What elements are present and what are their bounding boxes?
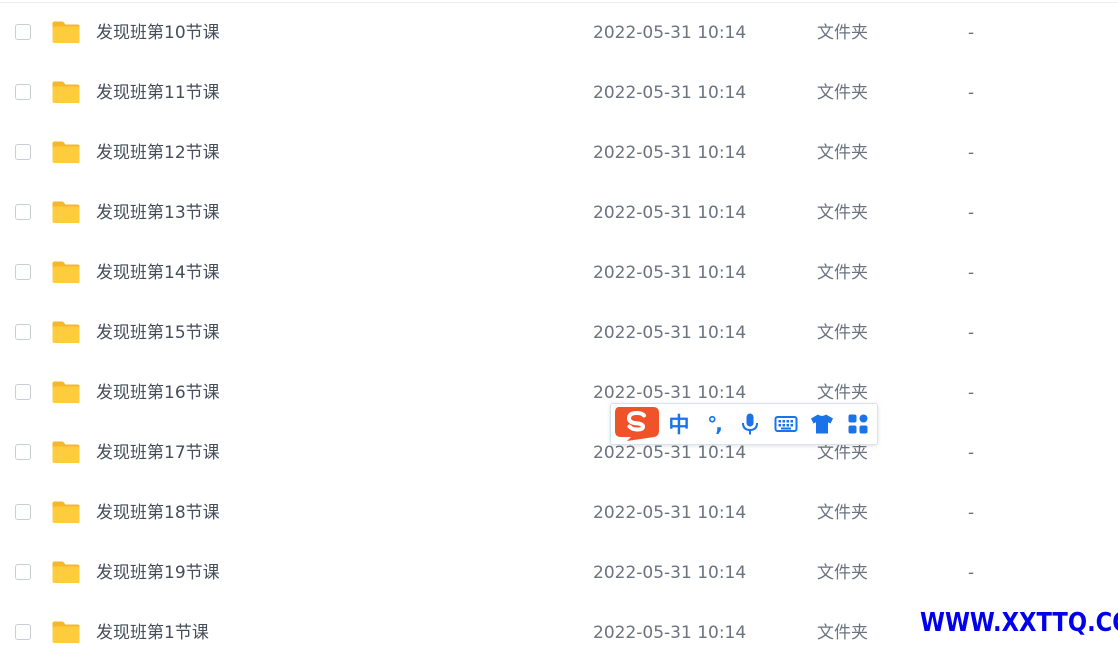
modified-time: 2022-05-31 10:14 [593, 623, 747, 643]
row-checkbox[interactable] [15, 324, 31, 340]
file-row[interactable]: 发现班第10节课 2022-05-31 10:14 文件夹 - [0, 3, 1118, 63]
file-name[interactable]: 发现班第16节课 [96, 363, 220, 423]
file-row[interactable]: 发现班第19节课 2022-05-31 10:14 文件夹 - [0, 543, 1118, 603]
file-type: 文件夹 [817, 143, 868, 163]
row-checkbox[interactable] [15, 204, 31, 220]
file-size: - [968, 83, 975, 103]
file-name[interactable]: 发现班第17节课 [96, 423, 220, 483]
folder-icon [52, 621, 80, 643]
file-type: 文件夹 [817, 83, 868, 103]
folder-icon [52, 201, 80, 223]
file-name[interactable]: 发现班第19节课 [96, 543, 220, 603]
file-name[interactable]: 发现班第1节课 [96, 603, 209, 663]
modified-time: 2022-05-31 10:14 [593, 323, 747, 343]
file-type: 文件夹 [817, 623, 868, 643]
file-size: - [968, 203, 975, 223]
file-name[interactable]: 发现班第10节课 [96, 3, 220, 63]
file-row[interactable]: 发现班第17节课 2022-05-31 10:14 文件夹 - [0, 423, 1118, 483]
ime-punctuation-toggle[interactable]: °, [701, 411, 727, 437]
file-row[interactable]: 发现班第13节课 2022-05-31 10:14 文件夹 - [0, 183, 1118, 243]
folder-icon [52, 501, 80, 523]
file-name[interactable]: 发现班第15节课 [96, 303, 220, 363]
file-size: - [968, 323, 975, 343]
row-checkbox[interactable] [15, 384, 31, 400]
file-type: 文件夹 [817, 503, 868, 523]
file-name[interactable]: 发现班第14节课 [96, 243, 220, 303]
file-size: - [968, 503, 975, 523]
file-size: - [968, 263, 975, 283]
file-size: - [968, 143, 975, 163]
file-type: 文件夹 [817, 323, 868, 343]
file-type: 文件夹 [817, 263, 868, 283]
file-name[interactable]: 发现班第18节课 [96, 483, 220, 543]
folder-icon [52, 381, 80, 403]
row-checkbox[interactable] [15, 564, 31, 580]
file-name[interactable]: 发现班第11节课 [96, 63, 220, 123]
modified-time: 2022-05-31 10:14 [593, 503, 747, 523]
file-row[interactable]: 发现班第15节课 2022-05-31 10:14 文件夹 - [0, 303, 1118, 363]
file-row[interactable]: 发现班第11节课 2022-05-31 10:14 文件夹 - [0, 63, 1118, 123]
file-name[interactable]: 发现班第12节课 [96, 123, 220, 183]
apps-grid-icon[interactable] [845, 411, 871, 437]
ime-toolbar[interactable]: 中 °, [610, 403, 878, 445]
sogou-s-logo-icon[interactable] [613, 405, 661, 443]
file-type: 文件夹 [817, 563, 868, 583]
file-row[interactable]: 发现班第12节课 2022-05-31 10:14 文件夹 - [0, 123, 1118, 183]
ime-language-label: 中 [668, 413, 690, 437]
folder-icon [52, 561, 80, 583]
modified-time: 2022-05-31 10:14 [593, 263, 747, 283]
file-row[interactable]: 发现班第16节课 2022-05-31 10:14 文件夹 - [0, 363, 1118, 423]
modified-time: 2022-05-31 10:14 [593, 23, 747, 43]
file-size: - [968, 563, 975, 583]
file-type: 文件夹 [817, 23, 868, 43]
modified-time: 2022-05-31 10:14 [593, 563, 747, 583]
file-size: - [968, 23, 975, 43]
folder-icon [52, 321, 80, 343]
folder-icon [52, 81, 80, 103]
file-size: - [968, 443, 975, 463]
file-size: - [968, 383, 975, 403]
folder-icon [52, 141, 80, 163]
site-watermark: WWW.XXTTQ.COM [920, 608, 1118, 638]
file-row[interactable]: 发现班第14节课 2022-05-31 10:14 文件夹 - [0, 243, 1118, 303]
row-checkbox[interactable] [15, 144, 31, 160]
file-name[interactable]: 发现班第13节课 [96, 183, 220, 243]
keyboard-icon[interactable] [773, 411, 799, 437]
file-row[interactable]: 发现班第18节课 2022-05-31 10:14 文件夹 - [0, 483, 1118, 543]
row-checkbox[interactable] [15, 264, 31, 280]
folder-icon [52, 21, 80, 43]
file-type: 文件夹 [817, 203, 868, 223]
modified-time: 2022-05-31 10:14 [593, 83, 747, 103]
microphone-icon[interactable] [737, 411, 763, 437]
tshirt-skin-icon[interactable] [809, 411, 835, 437]
row-checkbox[interactable] [15, 24, 31, 40]
modified-time: 2022-05-31 10:14 [593, 203, 747, 223]
modified-time: 2022-05-31 10:14 [593, 143, 747, 163]
folder-icon [52, 441, 80, 463]
file-list: 发现班第10节课 2022-05-31 10:14 文件夹 - 发现班第11节课… [0, 2, 1118, 663]
folder-icon [52, 261, 80, 283]
row-checkbox[interactable] [15, 624, 31, 640]
ime-language-toggle[interactable]: 中 [666, 411, 692, 437]
row-checkbox[interactable] [15, 444, 31, 460]
ime-punctuation-label: °, [707, 412, 723, 436]
row-checkbox[interactable] [15, 84, 31, 100]
row-checkbox[interactable] [15, 504, 31, 520]
